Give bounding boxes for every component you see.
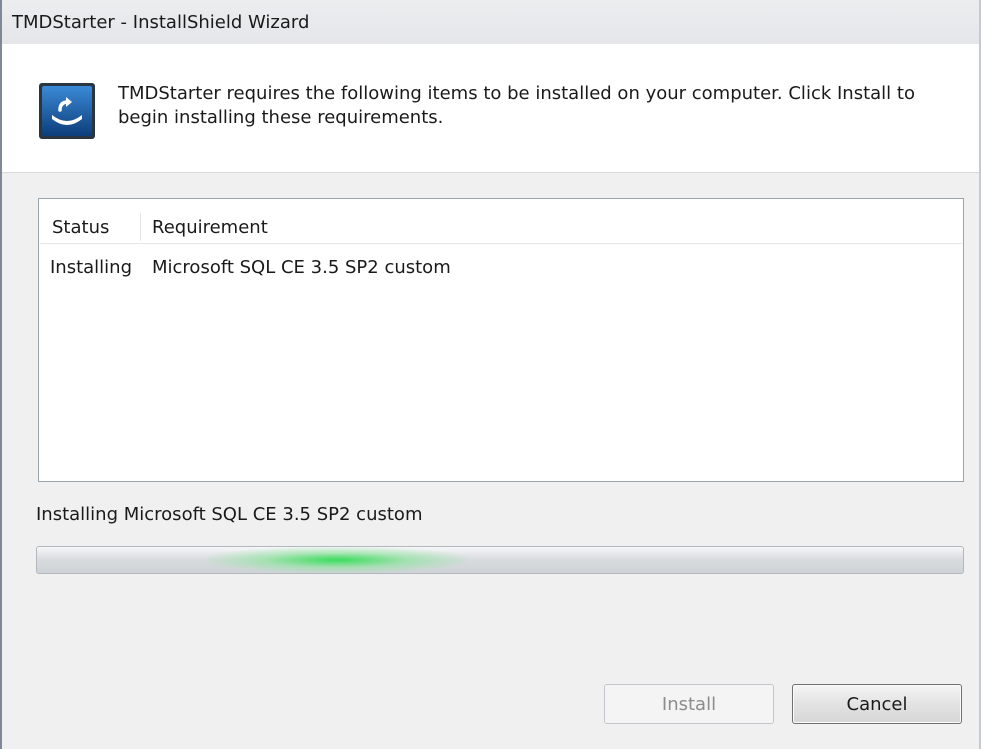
column-header-requirement[interactable]: Requirement bbox=[152, 217, 268, 238]
progress-status-text: Installing Microsoft SQL CE 3.5 SP2 cust… bbox=[36, 504, 423, 525]
column-header-status[interactable]: Status bbox=[52, 217, 109, 238]
installer-window: TMDStarter - InstallShield Wizard TMDSta… bbox=[0, 0, 981, 749]
installer-box-icon bbox=[38, 82, 96, 140]
progress-bar bbox=[36, 546, 964, 574]
requirements-list[interactable]: Status Requirement Installing Microsoft … bbox=[38, 198, 964, 482]
table-row[interactable]: Installing Microsoft SQL CE 3.5 SP2 cust… bbox=[40, 255, 962, 283]
title-bar[interactable]: TMDStarter - InstallShield Wizard bbox=[2, 0, 979, 45]
row-status: Installing bbox=[50, 257, 133, 278]
progress-marquee bbox=[207, 547, 467, 573]
header-panel: TMDStarter requires the following items … bbox=[2, 44, 979, 173]
list-header: Status Requirement bbox=[40, 211, 962, 244]
row-requirement: Microsoft SQL CE 3.5 SP2 custom bbox=[152, 257, 451, 278]
install-button[interactable]: Install bbox=[604, 684, 774, 724]
cancel-button[interactable]: Cancel bbox=[792, 684, 962, 724]
column-divider[interactable] bbox=[140, 213, 141, 241]
window-title: TMDStarter - InstallShield Wizard bbox=[12, 12, 310, 33]
header-message: TMDStarter requires the following items … bbox=[118, 83, 915, 128]
